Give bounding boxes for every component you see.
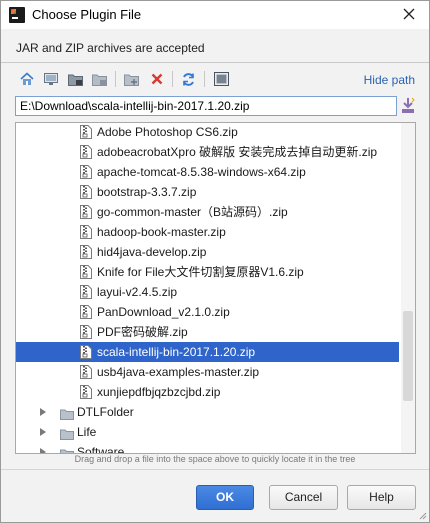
tree-item-label: Life [77,425,97,439]
tree-scrollbar[interactable] [401,123,415,453]
tree-item-label: layui-v2.4.5.zip [97,285,178,299]
show-hidden-icon [213,72,229,86]
expand-arrow-icon[interactable] [40,408,46,416]
tree-item-file[interactable]: hid4java-develop.zip [16,242,399,262]
delete-icon [151,73,163,85]
expand-arrow-icon[interactable] [40,428,46,436]
tree-item-file[interactable]: usb4java-examples-master.zip [16,362,399,382]
folder-icon [60,406,74,420]
tree-item-folder[interactable]: Life [16,422,399,442]
delete-button[interactable] [147,69,167,89]
tree-item-label: DTLFolder [77,405,134,419]
tree-item-label: usb4java-examples-master.zip [97,365,260,379]
toolbar-separator [172,71,173,87]
choose-plugin-file-dialog: Choose Plugin File JAR and ZIP archives … [0,0,430,523]
home-icon [20,72,34,85]
tree-item-label: apache-tomcat-8.5.38-windows-x64.zip [97,165,306,179]
desktop-icon [44,72,58,85]
folder-icon [60,426,74,440]
zip-file-icon [80,305,92,319]
zip-file-icon [80,125,92,139]
tree-item-label: PanDownload_v2.1.0.zip [97,305,230,319]
tree-item-folder[interactable]: Software [16,442,399,454]
home-button[interactable] [17,69,37,89]
resize-grip-icon[interactable] [417,510,427,520]
zip-file-icon [80,205,92,219]
zip-file-icon [80,145,92,159]
tree-item-file[interactable]: layui-v2.4.5.zip [16,282,399,302]
divider [1,469,429,470]
refresh-button[interactable] [178,69,198,89]
new-folder-icon [123,74,139,86]
tree-item-file[interactable]: PDF密码破解.zip [16,322,399,342]
tree-item-file[interactable]: apache-tomcat-8.5.38-windows-x64.zip [16,162,399,182]
tree-item-file[interactable]: bootstrap-3.3.7.zip [16,182,399,202]
project-folder-button[interactable] [65,69,85,89]
tree-item-selected-file[interactable]: scala-intellij-bin-2017.1.20.zip [16,342,399,362]
tree-item-label: Adobe Photoshop CS6.zip [97,125,238,139]
tree-item-file[interactable]: hadoop-book-master.zip [16,222,399,242]
dialog-description: JAR and ZIP archives are accepted [16,41,205,55]
new-folder-button[interactable] [121,69,141,89]
tree-item-label: hid4java-develop.zip [97,245,207,259]
zip-file-icon [80,165,92,179]
path-history-button[interactable] [401,97,417,115]
tree-item-file[interactable]: go-common-master（B站源码）.zip [16,202,399,222]
cancel-button[interactable]: Cancel [269,485,338,510]
history-download-icon [402,97,415,113]
tree-item-label: Software [77,445,125,454]
toolbar-separator [115,71,116,87]
tree-item-file[interactable]: xunjiepdfbjqzbzcjbd.zip [16,382,399,402]
tree-item-label: bootstrap-3.3.7.zip [97,185,197,199]
zip-file-icon [80,385,92,399]
title-bar[interactable]: Choose Plugin File [1,1,429,29]
module-folder-button[interactable] [89,69,109,89]
toolbar-separator [204,71,205,87]
tree-item-label: xunjiepdfbjqzbzcjbd.zip [97,385,221,399]
intellij-app-icon [9,7,25,23]
tree-item-file[interactable]: adobeacrobatXpro 破解版 安装完成去掉自动更新.zip [16,142,399,162]
desktop-button[interactable] [41,69,61,89]
dialog-title: Choose Plugin File [32,7,142,22]
ok-button[interactable]: OK [196,485,254,510]
tree-item-file[interactable]: PanDownload_v2.1.0.zip [16,302,399,322]
tree-item-label: go-common-master（B站源码）.zip [97,205,288,219]
refresh-icon [182,72,194,86]
tree-item-label: hadoop-book-master.zip [97,225,226,239]
close-button[interactable] [399,5,419,25]
zip-file-icon [80,265,92,279]
file-chooser-toolbar: Hide path [15,67,415,91]
zip-file-icon [80,345,92,359]
tree-item-file[interactable]: Adobe Photoshop CS6.zip [16,123,399,142]
tree-item-label: Knife for File大文件切割复原器V1.6.zip [97,265,304,279]
hide-path-link[interactable]: Hide path [364,73,415,87]
scrollbar-thumb[interactable] [403,311,413,401]
close-icon [403,8,415,20]
file-tree[interactable]: Software Life DTLFolder Adobe Photoshop CS… [15,122,416,454]
tree-item-label: adobeacrobatXpro 破解版 安装完成去掉自动更新.zip [97,145,378,159]
zip-file-icon [80,285,92,299]
path-input[interactable] [15,96,397,116]
divider [1,62,429,63]
show-hidden-button[interactable] [211,69,231,89]
zip-file-icon [80,225,92,239]
tree-item-label: scala-intellij-bin-2017.1.20.zip [97,345,256,359]
zip-file-icon [80,325,92,339]
zip-file-icon [80,245,92,259]
tree-item-label: PDF密码破解.zip [97,325,188,339]
zip-file-icon [80,365,92,379]
path-row [15,96,417,118]
tree-item-folder[interactable]: DTLFolder [16,402,399,422]
zip-file-icon [80,185,92,199]
help-button[interactable]: Help [347,485,416,510]
module-folder-icon [91,74,107,86]
folder-icon [60,446,74,453]
tree-item-file[interactable]: Knife for File大文件切割复原器V1.6.zip [16,262,399,282]
project-folder-icon [67,74,83,86]
drag-drop-hint: Drag and drop a file into the space abov… [74,454,356,464]
